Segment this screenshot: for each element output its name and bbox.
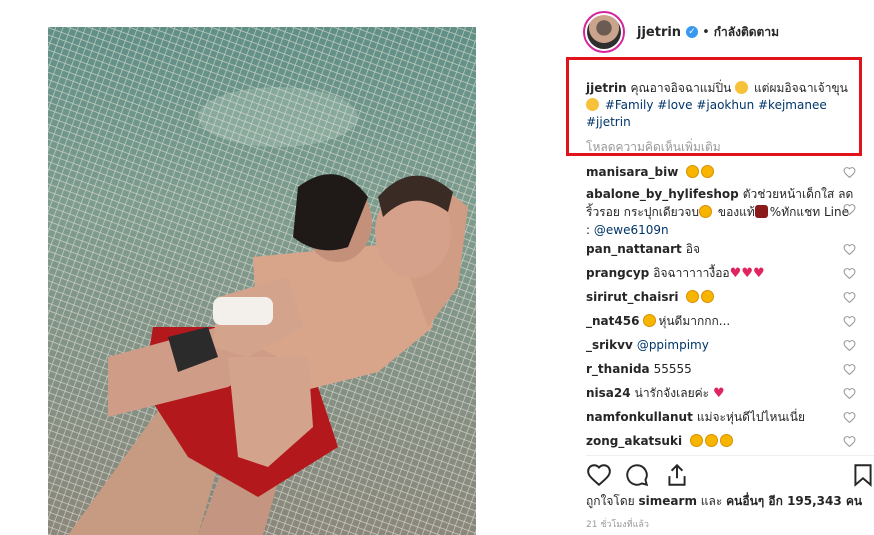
comment-item: sirirut_chaisri xyxy=(586,288,856,306)
action-bar xyxy=(586,455,874,488)
bookmark-icon[interactable] xyxy=(850,462,874,488)
comment-item: abalone_by_hylifeshop ตัวช่วยหน้าเด็กใส ล… xyxy=(586,185,856,239)
comment-item: prangcyp อิจฉาาาาางื้ออ♥♥♥ xyxy=(586,264,856,283)
comment-like-heart-icon[interactable] xyxy=(843,411,856,424)
likes-prefix: ถูกใจโดย xyxy=(586,494,635,508)
comment-username[interactable]: abalone_by_hylifeshop xyxy=(586,187,739,201)
comment-like-heart-icon[interactable] xyxy=(843,267,856,280)
clap-emoji-icon xyxy=(643,314,657,327)
comment-username[interactable]: manisara_biw xyxy=(586,165,678,179)
comment-mention[interactable]: @ppimpimy xyxy=(637,338,709,352)
photo-image xyxy=(48,27,476,535)
heart-emoji-icon: ♥ xyxy=(752,266,765,281)
load-more-comments-button[interactable]: โหลดความคิดเห็นเพิ่มเติม xyxy=(586,138,721,157)
comment-text: 55555 xyxy=(653,362,692,376)
comment-like-heart-icon[interactable] xyxy=(843,387,856,400)
star-eyes-emoji-icon xyxy=(719,434,733,447)
comment-username[interactable]: zong_akatsuki xyxy=(586,434,682,448)
star-eyes-emoji-icon xyxy=(701,165,715,178)
comment-item: namfonkullanut แม่จะหุ่นดีไปไหนเนี่ย xyxy=(586,408,856,426)
caption-username[interactable]: jjetrin xyxy=(586,81,627,95)
comment-text: หุ่นดีมากกก... xyxy=(658,314,731,328)
thinking-emoji-icon xyxy=(586,98,599,111)
comment-item: nisa24 น่ารักจังเลยค่ะ ♥ xyxy=(586,384,856,403)
comment-like-heart-icon[interactable] xyxy=(843,315,856,328)
likes-summary: ถูกใจโดย simearm และ คนอื่นๆ อีก 195,343… xyxy=(586,492,862,511)
likes-user[interactable]: simearm xyxy=(639,494,697,508)
comment-text: น่ารักจังเลยค่ะ xyxy=(634,386,710,400)
comment-username[interactable]: _srikvv xyxy=(586,338,633,352)
comment-username[interactable]: r_thanida xyxy=(586,362,650,376)
comment-mention[interactable]: @ewe6109n xyxy=(594,223,669,237)
comment-like-heart-icon[interactable] xyxy=(843,435,856,448)
comment-like-heart-icon[interactable] xyxy=(843,243,856,256)
caption: jjetrin คุณอาจอิจฉาแม่ปิ่น แต่ผมอิจฉาเจ้… xyxy=(586,80,862,131)
likes-others[interactable]: คนอื่นๆ อีก 195,343 คน xyxy=(726,494,862,508)
comment-username[interactable]: _nat456 xyxy=(586,314,639,328)
comment-like-heart-icon[interactable] xyxy=(843,166,856,179)
heart-emoji-icon: ♥ xyxy=(741,266,753,281)
verified-badge-icon: ✓ xyxy=(686,26,699,38)
comment-like-heart-icon[interactable] xyxy=(843,203,856,216)
comment-item: r_thanida 55555 xyxy=(586,360,856,378)
heart-emoji-icon: ♥ xyxy=(712,386,725,401)
star-eyes-emoji-icon xyxy=(686,290,700,303)
comment-item: pan_nattanart อิจ xyxy=(586,240,856,258)
avatar[interactable] xyxy=(583,11,625,53)
comment-text: อิจ xyxy=(685,242,700,256)
comment-like-heart-icon[interactable] xyxy=(843,291,856,304)
header-dot: • xyxy=(702,24,710,40)
comment-item: manisara_biw xyxy=(586,163,856,181)
star-eyes-emoji-icon xyxy=(689,434,703,447)
post-timestamp[interactable]: 21 ชั่วโมงที่แล้ว xyxy=(586,517,649,531)
comment-username[interactable]: sirirut_chaisri xyxy=(586,290,679,304)
post-photo[interactable] xyxy=(48,27,476,535)
comment-username[interactable]: namfonkullanut xyxy=(586,410,693,424)
header-username[interactable]: jjetrin xyxy=(637,25,681,40)
star-eyes-emoji-icon xyxy=(704,434,718,447)
star-eyes-emoji-icon xyxy=(686,165,700,178)
comment-username[interactable]: pan_nattanart xyxy=(586,242,682,256)
comment-like-heart-icon[interactable] xyxy=(843,363,856,376)
caption-text-2: แต่ผมอิจฉาเจ้าขุน xyxy=(753,81,848,95)
comment-username[interactable]: nisa24 xyxy=(586,386,631,400)
heart-icon[interactable] xyxy=(586,462,612,488)
smirk-emoji-icon xyxy=(735,81,749,94)
box-emoji-icon xyxy=(754,205,768,218)
comment-icon[interactable] xyxy=(624,462,650,488)
comment-text-2: ของแท้ xyxy=(717,205,755,219)
comment-item: zong_akatsuki xyxy=(586,432,856,450)
comment-text: อิจฉาาาาางื้ออ xyxy=(653,266,730,280)
comment-like-heart-icon[interactable] xyxy=(843,339,856,352)
caption-hashtags[interactable]: #Family #love #jaokhun #kejmanee #jjetri… xyxy=(586,98,827,129)
star-eyes-emoji-icon xyxy=(701,290,715,303)
comment-username[interactable]: prangcyp xyxy=(586,266,649,280)
likes-and: และ xyxy=(700,494,723,508)
share-icon[interactable] xyxy=(664,462,690,488)
comment-text: แม่จะหุ่นดีไปไหนเนี่ย xyxy=(696,410,805,424)
comment-item: _srikvv @ppimpimy xyxy=(586,336,856,354)
heart-emoji-icon: ♥ xyxy=(729,266,742,281)
caption-text-1: คุณอาจอิจฉาแม่ปิ่น xyxy=(630,81,732,95)
post-header: jjetrin ✓ • กำลังติดตาม xyxy=(583,10,779,54)
ok-hand-emoji-icon xyxy=(699,205,713,218)
comment-item: _nat456 หุ่นดีมากกก... xyxy=(586,312,856,330)
follow-status-button[interactable]: กำลังติดตาม xyxy=(714,23,779,42)
